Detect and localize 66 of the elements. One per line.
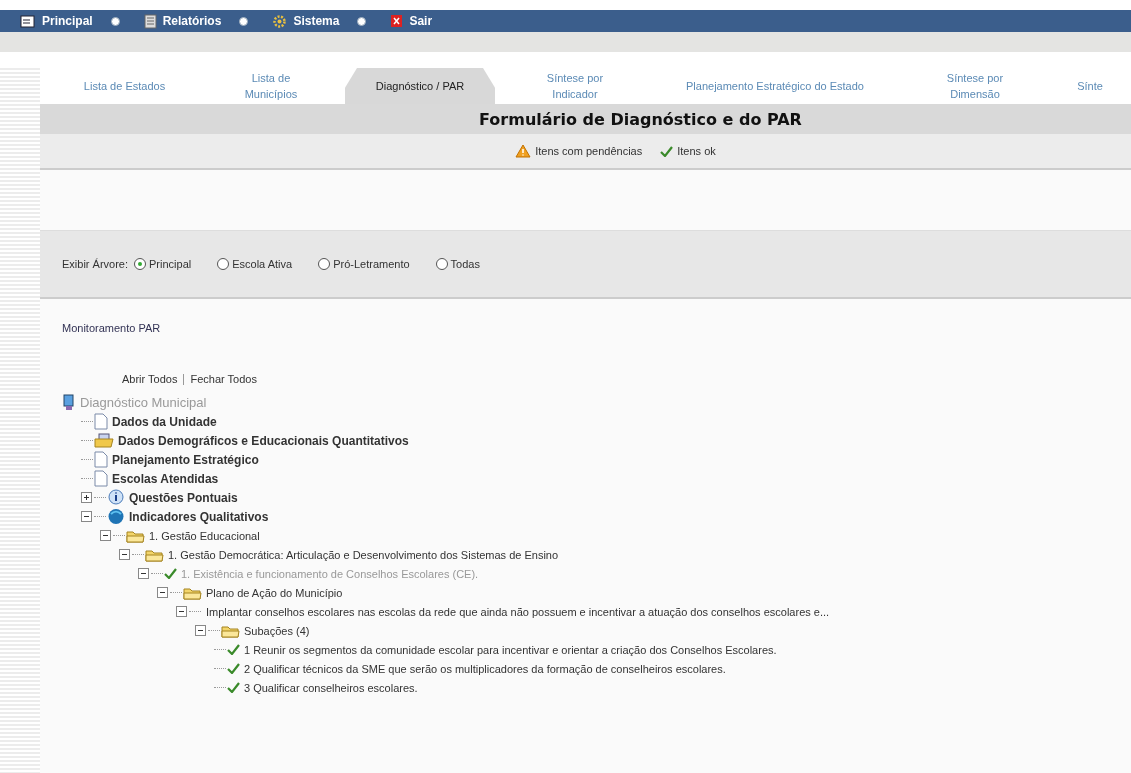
- tab[interactable]: Diagnóstico / PAR: [345, 68, 495, 104]
- tree-item[interactable]: Planejamento Estratégico: [112, 452, 259, 467]
- computer-icon: [62, 394, 76, 411]
- collapse-toggle-icon[interactable]: [138, 568, 149, 579]
- tree-item[interactable]: 3 Qualificar conselheiros escolares.: [244, 681, 418, 694]
- tree-item[interactable]: Indicadores Qualitativos: [129, 509, 269, 524]
- collapse-toggle-icon[interactable]: [81, 511, 92, 522]
- radio-button[interactable]: [318, 258, 331, 270]
- collapse-toggle-icon[interactable]: [176, 606, 187, 617]
- tree-item[interactable]: Dados da Unidade: [112, 414, 217, 429]
- monitoring-link[interactable]: Monitoramento PAR: [62, 322, 161, 334]
- folder-icon: [183, 585, 202, 600]
- tree-action-link[interactable]: Fechar Todos: [190, 373, 257, 385]
- menu-item[interactable]: Principal: [10, 14, 103, 28]
- filter-label: Exibir Árvore:: [62, 258, 129, 270]
- radio-button[interactable]: [217, 258, 230, 270]
- dropdown-dot-icon[interactable]: [239, 16, 249, 26]
- collapse-toggle-icon[interactable]: [100, 530, 111, 541]
- folder-icon: [145, 547, 164, 562]
- form-title: Formulário de Diagnóstico e do PAR: [479, 109, 802, 129]
- menu-item[interactable]: Sair: [380, 14, 443, 28]
- folder-icon: [126, 528, 145, 543]
- legend-label: Itens com pendências: [535, 145, 643, 157]
- expand-toggle-icon[interactable]: [81, 492, 92, 503]
- tree-item[interactable]: Implantar conselhos escolares nas escolas da rede que ainda não possuem e incentivar a atuação dos conselhos escolares e...: [206, 605, 830, 618]
- collapse-toggle-icon[interactable]: [195, 625, 206, 636]
- document-icon: [94, 470, 108, 487]
- tree-item[interactable]: Escolas Atendidas: [112, 471, 219, 486]
- menu-item[interactable]: Sistema: [262, 13, 350, 29]
- tree-item[interactable]: 2 Qualificar técnicos da SME que serão os multiplicadores da formação de conselheiros escolares.: [244, 662, 726, 675]
- tree-item[interactable]: Subações (4): [244, 624, 310, 637]
- tree-item[interactable]: Dados Demográficos e Educacionais Quantitativos: [118, 433, 409, 448]
- tree-item[interactable]: Plano de Ação do Município: [206, 586, 343, 599]
- check-icon: [660, 145, 674, 157]
- info-icon: [107, 489, 125, 506]
- tree-item[interactable]: 1 Reunir os segmentos da comunidade escolar para incentivar e orientar a criação dos Conselhos Escolares.: [244, 643, 777, 656]
- radio-label[interactable]: Todas: [450, 258, 480, 270]
- check-icon: [227, 682, 240, 693]
- gear-icon: [272, 13, 288, 29]
- menu-item[interactable]: Relatórios: [133, 13, 232, 29]
- collapse-toggle-icon[interactable]: [157, 587, 168, 598]
- radio-label[interactable]: Pró-Letramento: [333, 258, 410, 270]
- tree-action-link[interactable]: Abrir Todos: [122, 373, 178, 385]
- radio-button[interactable]: [134, 258, 147, 270]
- tree-item[interactable]: 1. Gestão Democrática: Articulação e Desenvolvimento dos Sistemas de Ensino: [168, 548, 559, 561]
- tree-item[interactable]: 1. Gestão Educacional: [149, 529, 260, 542]
- radio-label[interactable]: Escola Ativa: [232, 258, 293, 270]
- dropdown-dot-icon[interactable]: [357, 16, 367, 26]
- radio-label[interactable]: Principal: [149, 258, 192, 270]
- document-icon: [143, 13, 157, 29]
- folder-icon: [221, 623, 240, 638]
- check-icon: [164, 568, 177, 579]
- radio-button[interactable]: [435, 258, 448, 270]
- check-icon: [227, 644, 240, 655]
- warning-icon: [515, 144, 532, 158]
- globe-icon: [107, 508, 125, 525]
- close-icon: [390, 14, 404, 28]
- collapse-toggle-icon[interactable]: [119, 549, 130, 560]
- legend-label: Itens ok: [677, 145, 716, 157]
- tree-item[interactable]: Questões Pontuais: [129, 490, 238, 505]
- form-icon: [20, 14, 36, 28]
- document-icon: [94, 451, 108, 468]
- folder-icon: [94, 433, 114, 448]
- check-icon: [227, 663, 240, 674]
- document-icon: [94, 413, 108, 430]
- dropdown-dot-icon[interactable]: [110, 16, 120, 26]
